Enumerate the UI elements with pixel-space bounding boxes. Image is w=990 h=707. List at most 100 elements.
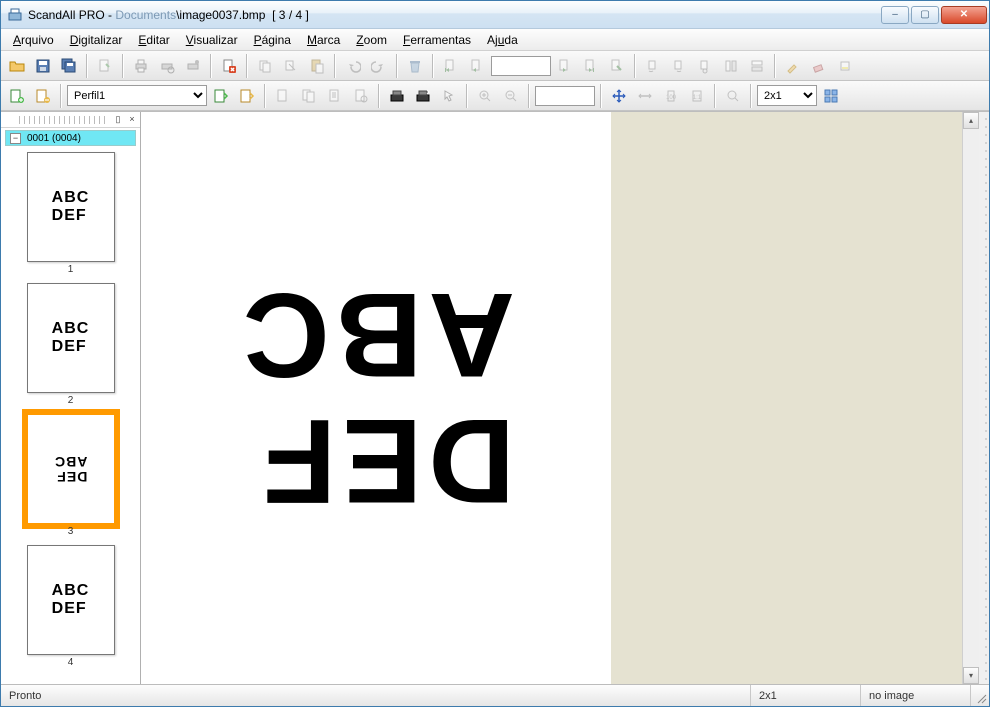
thumbnail-item[interactable]: DEFABC3 [9,414,132,537]
paste-icon[interactable] [305,54,329,78]
menubar: Arquivo Digitalizar Editar Visualizar Pá… [1,29,989,51]
zoom-field[interactable] [535,86,595,106]
menu-visualizar[interactable]: Visualizar [178,31,246,49]
rotate-left-icon[interactable] [641,54,665,78]
zoom-in-icon[interactable] [473,84,497,108]
print-setup-icon[interactable] [181,54,205,78]
thumbnail-page[interactable]: ABCDEF [27,283,115,393]
actual-size-icon[interactable]: 1:1 [685,84,709,108]
pointer-icon[interactable] [437,84,461,108]
svg-text:1:1: 1:1 [693,95,702,101]
menu-marca[interactable]: Marca [299,31,348,49]
rotate-180-icon[interactable] [693,54,717,78]
scan-profile-new-icon[interactable] [209,84,233,108]
body-area: ▯ × − 0001 (0004) ABCDEF1ABCDEF2DEFABC3A… [1,111,989,684]
save-icon[interactable] [31,54,55,78]
batch-collapse-icon[interactable]: − [10,133,21,144]
thumbnail-item[interactable]: ABCDEF2 [9,283,132,406]
marker-icon[interactable] [781,54,805,78]
doc-tool-b-icon[interactable] [297,84,321,108]
preview-viewport[interactable]: DEFABC [141,112,962,684]
thumbnail-item[interactable]: ABCDEF1 [9,152,132,275]
thumbnail-content: ABCDEF [52,320,90,356]
flip-v-icon[interactable] [745,54,769,78]
resize-grip-icon[interactable] [971,685,989,706]
scanner-b-icon[interactable] [411,84,435,108]
folder-open-icon[interactable] [5,54,29,78]
thumbnail-page[interactable]: DEFABC [27,414,115,524]
menu-ferramentas[interactable]: Ferramentas [395,31,479,49]
thumbnail-list[interactable]: ABCDEF1ABCDEF2DEFABC3 ABCDEF 4 [1,148,140,684]
scanner-a-icon[interactable] [385,84,409,108]
view-layout-select[interactable]: 2x11x11x2 [757,85,817,106]
scroll-down-icon[interactable]: ▾ [963,667,979,684]
print-preview-icon[interactable] [155,54,179,78]
thumbnail-page[interactable]: ABCDEF [27,152,115,262]
fit-height-icon[interactable]: 100 [659,84,683,108]
menu-ajuda[interactable]: Ajuda [479,31,526,49]
trash-icon[interactable] [403,54,427,78]
batch-row[interactable]: − 0001 (0004) [5,130,136,146]
titlebar[interactable]: ScandAll PRO - Documents\image0037.bmp [… [1,1,989,29]
prev-page-icon[interactable] [465,54,489,78]
page-number-field[interactable] [491,56,551,76]
fit-both-icon[interactable] [607,84,631,108]
first-page-icon[interactable] [439,54,463,78]
undo-icon[interactable] [341,54,365,78]
page-canvas-left[interactable]: DEFABC [141,112,611,684]
thumbnail-content: ABCDEF [52,582,90,618]
scan-profile-add-icon[interactable] [235,84,259,108]
close-button[interactable]: ✕ [941,6,987,24]
batch-label: 0001 (0004) [27,133,81,144]
menu-editar[interactable]: Editar [130,31,177,49]
thumbnail-content: DEFABC [54,454,87,484]
delete-page-icon[interactable] [217,54,241,78]
vertical-scrollbar[interactable]: ▴ ▾ [962,112,979,684]
toolbar-primary [1,51,989,81]
page-canvas-right-empty [611,112,962,684]
thumbnail-page[interactable]: ABCDEF [27,545,115,655]
page-content: DEFABC [237,272,515,524]
save-all-icon[interactable] [57,54,81,78]
flip-h-icon[interactable] [719,54,743,78]
scroll-track[interactable] [963,129,979,667]
app-icon [7,7,23,23]
app-window: ScandAll PRO - Documents\image0037.bmp [… [0,0,990,707]
status-ready: Pronto [1,685,751,706]
panel-pin-icon[interactable]: ▯ [112,114,124,126]
menu-pagina[interactable]: Página [246,31,299,49]
fit-width-icon[interactable] [633,84,657,108]
cut-icon[interactable] [279,54,303,78]
redo-icon[interactable] [367,54,391,78]
menu-arquivo[interactable]: Arquivo [5,31,62,49]
statusbar: Pronto 2x1 no image [1,684,989,706]
copy-icon[interactable] [253,54,277,78]
goto-page-icon[interactable] [605,54,629,78]
panel-close-icon[interactable]: × [126,114,138,126]
thumbnail-item[interactable]: ABCDEF 4 [9,545,132,668]
eraser-icon[interactable] [807,54,831,78]
maximize-button[interactable]: ▢ [911,6,939,24]
menu-zoom[interactable]: Zoom [348,31,395,49]
highlight-icon[interactable] [833,54,857,78]
profile-select[interactable]: Perfil1 [67,85,207,106]
page-tool-a-icon[interactable] [93,54,117,78]
zoom-out-icon[interactable] [499,84,523,108]
thumbnail-ruler[interactable] [19,116,106,124]
last-page-icon[interactable] [579,54,603,78]
menu-digitalizar[interactable]: Digitalizar [62,31,131,49]
scan-new-icon[interactable] [5,84,29,108]
zoom-tool-icon[interactable] [721,84,745,108]
scan-add-icon[interactable] [31,84,55,108]
doc-tool-a-icon[interactable] [271,84,295,108]
doc-tool-d-icon[interactable] [349,84,373,108]
scroll-up-icon[interactable]: ▴ [963,112,979,129]
rotate-right-icon[interactable] [667,54,691,78]
toolbar-secondary: Perfil1 100 1:1 2x11x11x2 [1,81,989,111]
minimize-button[interactable]: – [881,6,909,24]
thumbnail-number: 4 [68,657,74,668]
doc-tool-c-icon[interactable] [323,84,347,108]
next-page-icon[interactable] [553,54,577,78]
grid-view-icon[interactable] [819,84,843,108]
print-icon[interactable] [129,54,153,78]
